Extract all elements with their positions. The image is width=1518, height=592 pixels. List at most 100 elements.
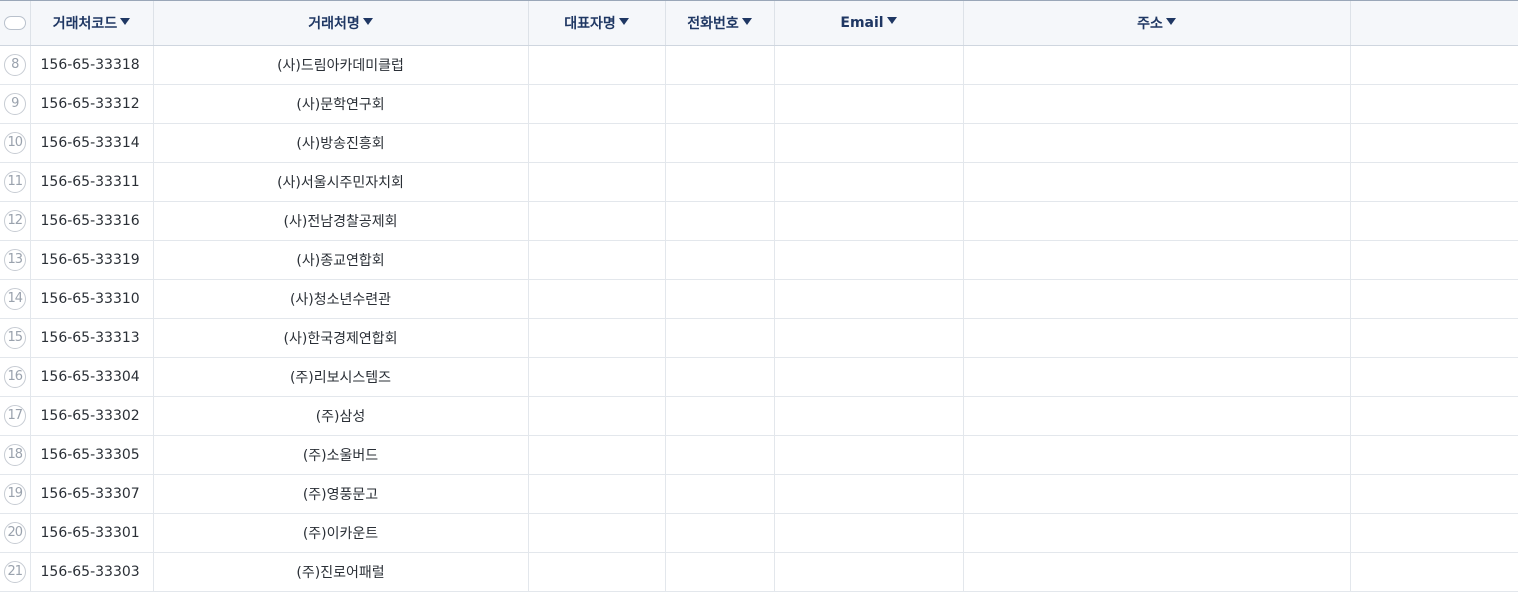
email-cell[interactable] [774, 474, 964, 514]
row-number-cell[interactable]: 19 [0, 474, 31, 514]
email-cell[interactable] [774, 435, 964, 475]
email-cell[interactable] [774, 162, 964, 202]
code-cell[interactable]: 156-65-33314 [30, 123, 154, 163]
rep-cell[interactable] [528, 552, 666, 592]
row-number-cell[interactable]: 14 [0, 279, 31, 319]
code-cell[interactable]: 156-65-33302 [30, 396, 154, 436]
email-cell[interactable] [774, 84, 964, 124]
rep-cell[interactable] [528, 240, 666, 280]
rep-cell[interactable] [528, 396, 666, 436]
row-number[interactable]: 10 [3, 132, 26, 154]
name-cell[interactable]: (사)방송진흥회 [153, 123, 529, 163]
email-cell[interactable] [774, 123, 964, 163]
select-all-checkbox[interactable] [3, 16, 26, 30]
row-number[interactable]: 15 [3, 327, 26, 349]
tel-cell[interactable] [665, 318, 775, 358]
sort-caret-icon[interactable] [886, 17, 897, 24]
name-cell[interactable]: (주)삼성 [153, 396, 529, 436]
table-row[interactable]: 14 156-65-33310 (사)청소년수련관 [0, 279, 1518, 319]
rep-cell[interactable] [528, 279, 666, 319]
name-cell[interactable]: (사)드림아카데미클럽 [153, 45, 529, 85]
column-header-rep[interactable]: 대표자명 [528, 1, 666, 46]
addr-cell[interactable] [963, 123, 1351, 163]
table-row[interactable]: 18 156-65-33305 (주)소울버드 [0, 435, 1518, 475]
sort-caret-icon[interactable] [618, 18, 629, 25]
row-number[interactable]: 21 [3, 561, 26, 583]
tel-cell[interactable] [665, 201, 775, 241]
rep-cell[interactable] [528, 357, 666, 397]
code-cell[interactable]: 156-65-33312 [30, 84, 154, 124]
rep-cell[interactable] [528, 123, 666, 163]
code-cell[interactable]: 156-65-33316 [30, 201, 154, 241]
row-number-cell[interactable]: 13 [0, 240, 31, 280]
name-cell[interactable]: (주)소울버드 [153, 435, 529, 475]
rep-cell[interactable] [528, 513, 666, 553]
tel-cell[interactable] [665, 513, 775, 553]
tel-cell[interactable] [665, 240, 775, 280]
addr-cell[interactable] [963, 513, 1351, 553]
addr-cell[interactable] [963, 162, 1351, 202]
name-cell[interactable]: (사)전남경찰공제회 [153, 201, 529, 241]
row-number[interactable]: 14 [3, 288, 26, 310]
row-number-cell[interactable]: 21 [0, 552, 31, 592]
addr-cell[interactable] [963, 474, 1351, 514]
sort-caret-icon[interactable] [362, 18, 373, 25]
code-cell[interactable]: 156-65-33313 [30, 318, 154, 358]
row-number-cell[interactable]: 12 [0, 201, 31, 241]
addr-cell[interactable] [963, 318, 1351, 358]
row-number-cell[interactable]: 9 [0, 84, 31, 124]
name-cell[interactable]: (주)진로어패럴 [153, 552, 529, 592]
row-number-cell[interactable]: 10 [0, 123, 31, 163]
table-row[interactable]: 10 156-65-33314 (사)방송진흥회 [0, 123, 1518, 163]
row-number-cell[interactable]: 11 [0, 162, 31, 202]
row-number[interactable]: 8 [3, 54, 26, 76]
addr-cell[interactable] [963, 45, 1351, 85]
name-cell[interactable]: (사)문학연구회 [153, 84, 529, 124]
email-cell[interactable] [774, 357, 964, 397]
rep-cell[interactable] [528, 474, 666, 514]
addr-cell[interactable] [963, 552, 1351, 592]
code-cell[interactable]: 156-65-33311 [30, 162, 154, 202]
row-number[interactable]: 9 [3, 93, 26, 115]
addr-cell[interactable] [963, 84, 1351, 124]
addr-cell[interactable] [963, 396, 1351, 436]
rep-cell[interactable] [528, 318, 666, 358]
column-header-addr[interactable]: 주소 [963, 1, 1351, 46]
name-cell[interactable]: (사)청소년수련관 [153, 279, 529, 319]
sort-caret-icon[interactable] [741, 18, 752, 25]
row-number[interactable]: 16 [3, 366, 26, 388]
tel-cell[interactable] [665, 279, 775, 319]
code-cell[interactable]: 156-65-33301 [30, 513, 154, 553]
email-cell[interactable] [774, 240, 964, 280]
addr-cell[interactable] [963, 240, 1351, 280]
name-cell[interactable]: (사)종교연합회 [153, 240, 529, 280]
tel-cell[interactable] [665, 84, 775, 124]
table-row[interactable]: 9 156-65-33312 (사)문학연구회 [0, 84, 1518, 124]
row-number-cell[interactable]: 16 [0, 357, 31, 397]
code-cell[interactable]: 156-65-33307 [30, 474, 154, 514]
table-row[interactable]: 21 156-65-33303 (주)진로어패럴 [0, 552, 1518, 592]
name-cell[interactable]: (사)서울시주민자치회 [153, 162, 529, 202]
rep-cell[interactable] [528, 162, 666, 202]
email-cell[interactable] [774, 318, 964, 358]
rep-cell[interactable] [528, 84, 666, 124]
name-cell[interactable]: (주)영풍문고 [153, 474, 529, 514]
sort-caret-icon[interactable] [120, 18, 131, 25]
email-cell[interactable] [774, 201, 964, 241]
code-cell[interactable]: 156-65-33319 [30, 240, 154, 280]
row-number[interactable]: 13 [3, 249, 26, 271]
column-header-code[interactable]: 거래처코드 [30, 1, 154, 46]
tel-cell[interactable] [665, 435, 775, 475]
email-cell[interactable] [774, 279, 964, 319]
addr-cell[interactable] [963, 279, 1351, 319]
tel-cell[interactable] [665, 357, 775, 397]
table-row[interactable]: 20 156-65-33301 (주)이카운트 [0, 513, 1518, 553]
rep-cell[interactable] [528, 435, 666, 475]
code-cell[interactable]: 156-65-33318 [30, 45, 154, 85]
code-cell[interactable]: 156-65-33310 [30, 279, 154, 319]
tel-cell[interactable] [665, 162, 775, 202]
email-cell[interactable] [774, 513, 964, 553]
table-row[interactable]: 11 156-65-33311 (사)서울시주민자치회 [0, 162, 1518, 202]
name-cell[interactable]: (주)리보시스템즈 [153, 357, 529, 397]
tel-cell[interactable] [665, 474, 775, 514]
